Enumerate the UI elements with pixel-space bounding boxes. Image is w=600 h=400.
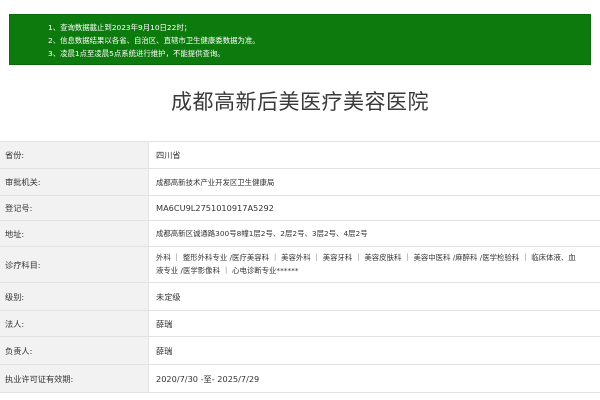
label-departments: 诊疗科目: — [0, 247, 148, 282]
row-approval-authority: 审批机关: 成都高新技术产业开发区卫生健康局 — [0, 169, 600, 196]
label-registration-number: 登记号: — [0, 196, 148, 220]
label-level: 级别: — [0, 283, 148, 310]
notice-line-3: 3、凌晨1点至凌晨5点系统进行维护，不能提供查询。 — [48, 49, 225, 58]
info-table: 省份: 四川省 审批机关: 成都高新技术产业开发区卫生健康局 登记号: MA6C… — [0, 141, 600, 393]
row-departments: 诊疗科目: 外科 ｜ 整形外科专业 /医疗美容科 ｜ 美容外科 ｜ 美容牙科 ｜… — [0, 247, 600, 283]
label-legal-person: 法人: — [0, 311, 148, 336]
row-person-in-charge: 负责人: 薛瑞 — [0, 337, 600, 365]
value-legal-person: 薛瑞 — [148, 311, 600, 336]
notice-line-2: 2、信息数据结果以各省、自治区、直辖市卫生健康委数据为准。 — [48, 36, 260, 45]
label-approval-authority: 审批机关: — [0, 169, 148, 195]
value-province: 四川省 — [148, 142, 600, 168]
notice-line-1: 1、查询数据截止到2023年9月10日22时； — [48, 23, 192, 32]
value-license-validity: 2020/7/30 -至- 2025/7/29 — [148, 365, 600, 392]
value-level: 未定级 — [148, 283, 600, 310]
value-approval-authority: 成都高新技术产业开发区卫生健康局 — [148, 169, 600, 195]
row-level: 级别: 未定级 — [0, 283, 600, 311]
label-person-in-charge: 负责人: — [0, 337, 148, 364]
value-address: 成都高新区诚通路300号8幢1层2号、2层2号、3层2号、4层2号 — [148, 221, 600, 246]
notice-banner: 1、查询数据截止到2023年9月10日22时； 2、信息数据结果以各省、自治区、… — [9, 14, 591, 65]
row-registration-number: 登记号: MA6CU9L2751010917A5292 — [0, 196, 600, 221]
page-title: 成都高新后美医疗美容医院 — [171, 90, 429, 114]
value-registration-number: MA6CU9L2751010917A5292 — [148, 196, 600, 220]
label-license-validity: 执业许可证有效期: — [0, 365, 148, 392]
value-person-in-charge: 薛瑞 — [148, 337, 600, 364]
row-address: 地址: 成都高新区诚通路300号8幢1层2号、2层2号、3层2号、4层2号 — [0, 221, 600, 247]
label-address: 地址: — [0, 221, 148, 246]
row-province: 省份: 四川省 — [0, 142, 600, 169]
row-legal-person: 法人: 薛瑞 — [0, 311, 600, 337]
row-license-validity: 执业许可证有效期: 2020/7/30 -至- 2025/7/29 — [0, 365, 600, 393]
value-departments: 外科 ｜ 整形外科专业 /医疗美容科 ｜ 美容外科 ｜ 美容牙科 ｜ 美容皮肤科… — [148, 247, 600, 282]
label-province: 省份: — [0, 142, 148, 168]
